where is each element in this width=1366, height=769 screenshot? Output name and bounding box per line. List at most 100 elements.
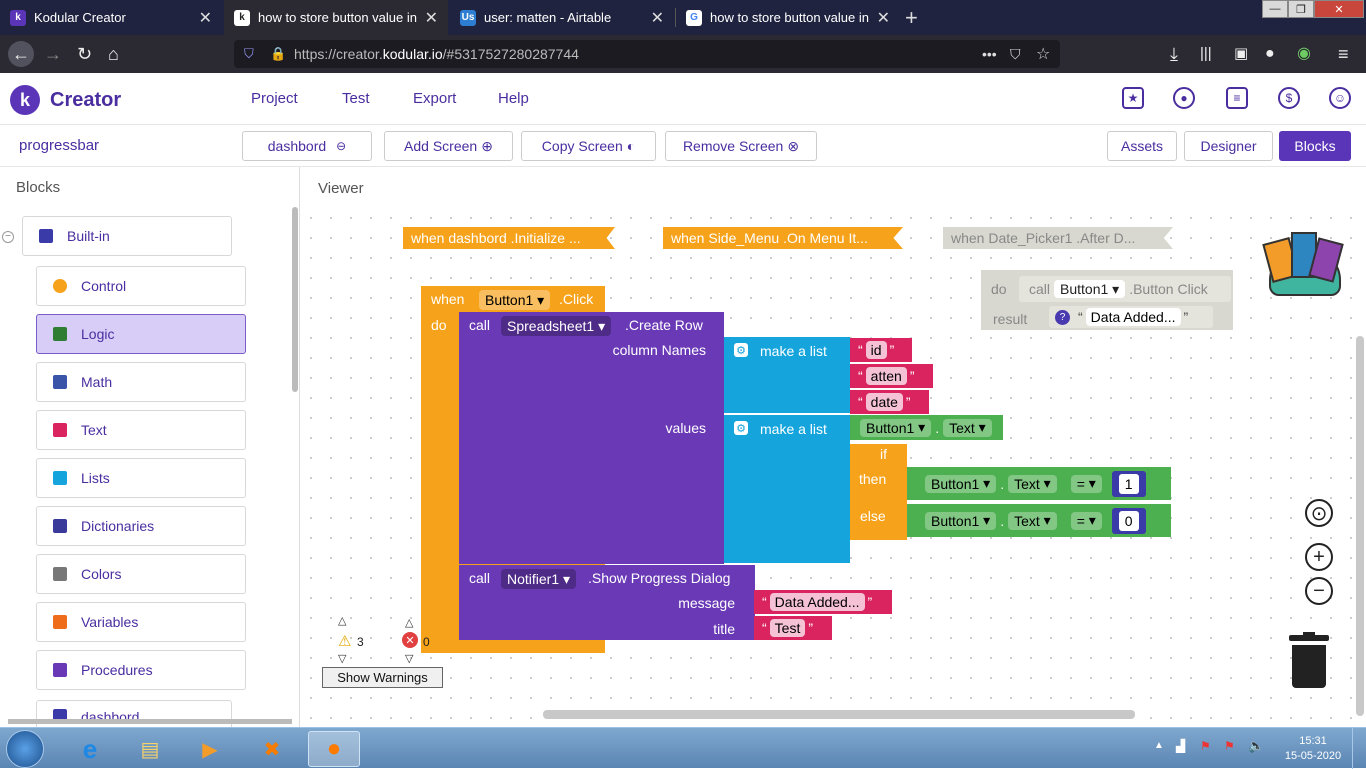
warning-down-arrow-icon[interactable]: ▽ <box>338 652 346 665</box>
tree-item-control[interactable]: Control <box>36 266 246 306</box>
make-list-values-block[interactable]: ⚙ make a list <box>724 415 850 563</box>
compare-else-block[interactable]: Button1 ▾. Text ▾ = ▾ 0 <box>907 504 1171 537</box>
number-block[interactable]: 0 <box>1111 507 1146 534</box>
browser-tab-forum-2[interactable]: G how to store button value in da ✕ <box>676 0 900 35</box>
if-then-else-block[interactable]: if then else <box>850 444 907 540</box>
gear-icon[interactable]: ⚙ <box>734 421 748 435</box>
url-bar[interactable]: ⛉ 🔒 https://creator. kodular.io/#53175272… <box>234 40 1060 68</box>
bookmark-star-icon[interactable]: ☆ <box>1036 44 1050 64</box>
blocks-workspace[interactable]: when dashbord .Initialize ... when Side_… <box>301 208 1366 727</box>
help-icon[interactable]: ? <box>1055 309 1070 325</box>
workspace-horizontal-scrollbar[interactable] <box>543 710 1135 719</box>
error-down-arrow-icon[interactable]: ▽ <box>405 652 413 665</box>
close-window-icon[interactable]: ✕ <box>1314 0 1364 18</box>
collapsed-date-picker-block[interactable]: when Date_Picker1 .After D... <box>943 227 1173 249</box>
blocks-button[interactable]: Blocks <box>1279 131 1351 161</box>
number-block[interactable]: 1 <box>1111 470 1146 497</box>
tree-item-built-in[interactable]: Built-in <box>22 216 232 256</box>
library-icon[interactable]: ||| <box>1200 44 1212 64</box>
designer-button[interactable]: Designer <box>1184 131 1273 161</box>
close-tab-icon[interactable]: ✕ <box>425 8 438 28</box>
download-icon[interactable]: ⤓ <box>1170 44 1178 64</box>
event-component-dropdown[interactable]: Button1 ▾ <box>479 290 551 310</box>
compare-then-block[interactable]: Button1 ▾. Text ▾ = ▾ 1 <box>907 467 1171 500</box>
zoom-in-icon[interactable]: + <box>1305 543 1333 571</box>
assets-button[interactable]: Assets <box>1107 131 1177 161</box>
component-dropdown[interactable]: Button1 ▾ <box>1054 280 1126 298</box>
dollar-icon[interactable]: $ <box>1278 87 1300 109</box>
user-icon[interactable]: ☺ <box>1329 87 1351 109</box>
disabled-call-block[interactable]: do call Button1 ▾ .Button Click result ?… <box>981 270 1233 330</box>
trash-icon[interactable] <box>1289 632 1329 688</box>
create-row-block[interactable]: call Spreadsheet1 ▾ .Create Row column N… <box>459 312 724 564</box>
volume-icon[interactable]: 🔈 <box>1248 738 1264 754</box>
browser-tab-airtable[interactable]: Us user: matten - Airtable ✕ <box>450 0 674 35</box>
zoom-out-icon[interactable]: − <box>1305 577 1333 605</box>
tree-item-math[interactable]: Math <box>36 362 246 402</box>
close-tab-icon[interactable]: ✕ <box>651 8 664 28</box>
app-name[interactable]: Creator <box>50 89 121 112</box>
getter-component-dropdown[interactable]: Button1 ▾ <box>860 418 932 437</box>
news-icon[interactable]: ≡ <box>1226 87 1248 109</box>
browser-tab-forum-1[interactable]: k how to store button value in da ✕ <box>224 0 448 35</box>
notifier-dropdown[interactable]: Notifier1 ▾ <box>501 569 577 589</box>
backpack-icon[interactable] <box>1262 226 1347 302</box>
media-player-icon[interactable]: ▶ <box>184 731 236 767</box>
menu-export[interactable]: Export <box>413 90 456 107</box>
xampp-icon[interactable]: ✖ <box>246 731 298 767</box>
hamburger-menu-icon[interactable]: ≡ <box>1338 44 1349 64</box>
show-warnings-button[interactable]: Show Warnings <box>322 667 443 688</box>
make-list-columns-block[interactable]: ⚙ make a list <box>724 337 850 413</box>
clock[interactable]: 15:31 15-05-2020 <box>1283 734 1343 764</box>
home-icon[interactable]: ⌂ <box>108 44 119 64</box>
shield-icon[interactable]: ⛉ <box>244 46 254 62</box>
account-icon[interactable]: ● <box>1265 44 1275 64</box>
cmp-component-dropdown[interactable]: Button1 ▾ <box>925 474 997 493</box>
text-block-id[interactable]: “id” <box>850 338 912 362</box>
close-tab-icon[interactable]: ✕ <box>877 8 890 28</box>
menu-test[interactable]: Test <box>342 90 370 107</box>
extension-icon[interactable]: ◉ <box>1297 44 1311 64</box>
start-button-icon[interactable] <box>6 730 44 768</box>
text-block-message[interactable]: “Data Added...” <box>754 590 892 614</box>
text-block-title[interactable]: “Test” <box>754 616 832 640</box>
remove-screen-button[interactable]: Remove Screen ⊗ <box>665 131 817 161</box>
internet-explorer-icon[interactable]: e <box>64 731 116 767</box>
warning-up-arrow-icon[interactable]: △ <box>338 616 346 627</box>
network-icon[interactable]: ▟ <box>1176 739 1185 753</box>
pocket-icon[interactable]: ⛉ <box>1010 46 1021 63</box>
operator-dropdown[interactable]: = ▾ <box>1070 511 1102 530</box>
gear-icon[interactable]: ⚙ <box>734 343 748 357</box>
flag-alert-icon[interactable]: ⚑ <box>1200 739 1211 753</box>
text-block-date[interactable]: “date” <box>850 390 929 414</box>
security-alert-icon[interactable]: ⚑ <box>1224 739 1235 753</box>
more-actions-icon[interactable]: ••• <box>982 46 997 62</box>
menu-project[interactable]: Project <box>251 90 298 107</box>
error-up-arrow-icon[interactable]: △ <box>405 616 413 629</box>
operator-dropdown[interactable]: = ▾ <box>1070 474 1102 493</box>
file-explorer-icon[interactable]: ▤ <box>124 731 176 767</box>
collapse-icon[interactable]: − <box>2 231 14 243</box>
tree-item-dictionaries[interactable]: Dictionaries <box>36 506 246 546</box>
kodular-logo-icon[interactable]: k <box>10 85 40 115</box>
workspace-vertical-scrollbar[interactable] <box>1356 336 1364 716</box>
tree-item-lists[interactable]: Lists <box>36 458 246 498</box>
tree-item-text[interactable]: Text <box>36 410 246 450</box>
getter-property-dropdown[interactable]: Text ▾ <box>943 418 992 437</box>
collapsed-side-menu-block[interactable]: when Side_Menu .On Menu It... <box>663 227 903 249</box>
copy-screen-button[interactable]: Copy Screen ◐ <box>521 131 656 161</box>
reload-icon[interactable]: ↻ <box>77 44 92 64</box>
tree-item-procedures[interactable]: Procedures <box>36 650 246 690</box>
cmp-property-dropdown[interactable]: Text ▾ <box>1008 511 1057 530</box>
new-tab-icon[interactable]: + <box>905 5 918 31</box>
minimize-icon[interactable]: — <box>1262 0 1288 18</box>
browser-tab-kodular[interactable]: k Kodular Creator ✕ <box>0 0 222 35</box>
recenter-icon[interactable]: ⊙ <box>1305 499 1333 527</box>
sidebar-icon[interactable]: ▣ <box>1234 44 1248 64</box>
tree-item-logic[interactable]: Logic <box>36 314 246 354</box>
cmp-component-dropdown[interactable]: Button1 ▾ <box>925 511 997 530</box>
palette-icon[interactable]: ● <box>1173 87 1195 109</box>
text-block-atten[interactable]: “atten” <box>850 364 933 388</box>
panel-scrollbar[interactable] <box>292 207 298 392</box>
collapsed-initialize-block[interactable]: when dashbord .Initialize ... <box>403 227 615 249</box>
